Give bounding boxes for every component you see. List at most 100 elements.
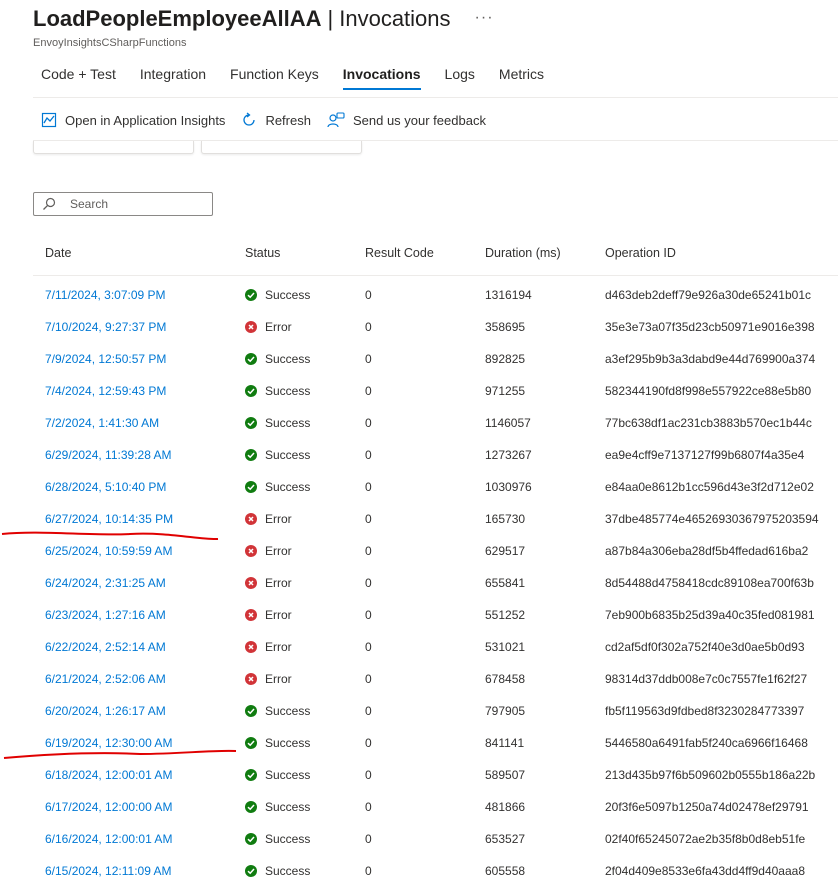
success-check-icon (245, 737, 257, 749)
invocation-date-link[interactable]: 6/21/2024, 2:52:06 AM (45, 672, 166, 686)
duration-cell: 605558 (485, 864, 526, 878)
operation-id-cell: a87b84a306eba28df5b4ffedad616ba2 (605, 544, 809, 558)
operation-id-cell: 213d435b97f6b509602b0555b186a22b (605, 768, 816, 782)
operation-id-cell: 20f3f6e5097b1250a74d02478ef29791 (605, 800, 809, 814)
invocation-date-link[interactable]: 6/24/2024, 2:31:25 AM (45, 576, 166, 590)
duration-cell: 653527 (485, 832, 526, 846)
operation-id-cell: d463deb2deff79e926a30de65241b01c (605, 288, 811, 302)
invocation-date-link[interactable]: 6/17/2024, 12:00:00 AM (45, 800, 172, 814)
operation-id-cell: 77bc638df1ac231cb3883b570ec1b44c (605, 416, 812, 430)
tab-integration[interactable]: Integration (140, 66, 206, 88)
column-header-status[interactable]: Status (245, 246, 280, 260)
table-row: 6/27/2024, 10:14:35 PM Error 0 165730 37dbe4… (33, 501, 838, 533)
tab-logs[interactable]: Logs (445, 66, 475, 88)
table-row: 7/9/2024, 12:50:57 PM Success 0 892825 a3ef2… (33, 341, 838, 373)
result-code-cell: 0 (365, 704, 372, 718)
error-x-icon (245, 577, 257, 589)
tab-code-test[interactable]: Code + Test (41, 66, 116, 88)
invocation-date-link[interactable]: 6/20/2024, 1:26:17 AM (45, 704, 166, 718)
error-x-icon (245, 673, 257, 685)
error-x-icon (245, 609, 257, 621)
column-header-date[interactable]: Date (45, 246, 71, 260)
column-header-duration[interactable]: Duration (ms) (485, 246, 561, 260)
more-options-button[interactable]: ··· (475, 9, 494, 27)
date-cell: 6/15/2024, 12:11:09 AM (45, 864, 172, 878)
invocation-date-link[interactable]: 6/29/2024, 11:39:28 AM (45, 448, 172, 462)
invocation-date-link[interactable]: 7/10/2024, 9:27:37 PM (45, 320, 166, 334)
invocation-date-link[interactable]: 7/11/2024, 3:07:09 PM (45, 288, 166, 302)
operation-id-cell: 02f40f65245072ae2b35f8b0d8eb51fe (605, 832, 806, 846)
table-row: 6/19/2024, 12:30:00 AM Success 0 841141 5446… (33, 725, 838, 757)
operation-id-cell: fb5f119563d9fdbed8f3230284773397 (605, 704, 805, 718)
summary-card-partial (33, 141, 194, 154)
send-feedback-button[interactable]: Send us your feedback (327, 112, 486, 128)
status-cell: Error (245, 320, 292, 334)
operation-id-cell: a3ef295b9b3a3dabd9e44d769900a374 (605, 352, 816, 366)
result-code-cell: 0 (365, 384, 372, 398)
error-x-icon (245, 545, 257, 557)
status-cell: Success (245, 384, 310, 398)
success-check-icon (245, 417, 257, 429)
invocation-date-link[interactable]: 6/25/2024, 10:59:59 AM (45, 544, 172, 558)
status-text: Success (265, 832, 311, 846)
refresh-button[interactable]: Refresh (241, 112, 311, 128)
search-input[interactable] (68, 196, 202, 212)
invocation-date-link[interactable]: 6/23/2024, 1:27:16 AM (45, 608, 166, 622)
status-text: Error (265, 512, 292, 526)
title-separator: | (327, 6, 334, 31)
table-row: 6/23/2024, 1:27:16 AM Error 0 551252 7eb900b… (33, 597, 838, 629)
invocation-date-link[interactable]: 6/15/2024, 12:11:09 AM (45, 864, 172, 878)
date-cell: 7/9/2024, 12:50:57 PM (45, 352, 166, 366)
command-bar: Open in Application Insights Refresh Sen… (41, 112, 502, 128)
grid-header: Date Status Result Code Duration (ms) Op… (33, 238, 838, 276)
column-header-operation-id[interactable]: Operation ID (605, 246, 676, 260)
table-row: 6/17/2024, 12:00:00 AM Success 0 481866 20f3… (33, 789, 838, 821)
date-cell: 6/18/2024, 12:00:01 AM (45, 768, 172, 782)
invocation-date-link[interactable]: 7/2/2024, 1:41:30 AM (45, 416, 159, 430)
status-cell: Success (245, 288, 310, 302)
result-code-cell: 0 (365, 576, 372, 590)
status-cell: Error (245, 640, 292, 654)
search-box[interactable] (33, 192, 213, 216)
column-header-result-code[interactable]: Result Code (365, 246, 434, 260)
open-in-app-insights-button[interactable]: Open in Application Insights (41, 112, 225, 128)
result-code-cell: 0 (365, 544, 372, 558)
invocation-date-link[interactable]: 6/28/2024, 5:10:40 PM (45, 480, 166, 494)
duration-cell: 629517 (485, 544, 526, 558)
status-text: Success (265, 384, 311, 398)
operation-id-cell: cd2af5df0f302a752f40e3d0ae5b0d93 (605, 640, 805, 654)
success-check-icon (245, 801, 257, 813)
success-check-icon (245, 865, 257, 877)
invocation-date-link[interactable]: 6/22/2024, 2:52:14 AM (45, 640, 166, 654)
invocation-date-link[interactable]: 6/18/2024, 12:00:01 AM (45, 768, 172, 782)
tab-metrics[interactable]: Metrics (499, 66, 544, 88)
invocation-date-link[interactable]: 6/19/2024, 12:30:00 AM (45, 736, 172, 750)
result-code-cell: 0 (365, 768, 372, 782)
invocation-date-link[interactable]: 7/9/2024, 12:50:57 PM (45, 352, 166, 366)
result-code-cell: 0 (365, 512, 372, 526)
status-cell: Error (245, 672, 292, 686)
duration-cell: 1030976 (485, 480, 532, 494)
table-row: 6/28/2024, 5:10:40 PM Success 0 1030976 e84a… (33, 469, 838, 501)
status-text: Success (265, 736, 311, 750)
feedback-person-icon (327, 112, 345, 128)
status-text: Success (265, 480, 311, 494)
invocation-date-link[interactable]: 6/27/2024, 10:14:35 PM (45, 512, 173, 526)
table-row: 6/21/2024, 2:52:06 AM Error 0 678458 98314d3… (33, 661, 838, 693)
tab-function-keys[interactable]: Function Keys (230, 66, 319, 88)
status-text: Success (265, 800, 311, 814)
result-code-cell: 0 (365, 416, 372, 430)
date-cell: 6/24/2024, 2:31:25 AM (45, 576, 166, 590)
invocation-date-link[interactable]: 7/4/2024, 12:59:43 PM (45, 384, 166, 398)
date-cell: 7/10/2024, 9:27:37 PM (45, 320, 166, 334)
table-row: 6/24/2024, 2:31:25 AM Error 0 655841 8d54488… (33, 565, 838, 597)
status-text: Error (265, 576, 292, 590)
refresh-icon (243, 112, 256, 126)
status-text: Error (265, 640, 292, 654)
status-text: Success (265, 864, 311, 878)
status-cell: Success (245, 736, 310, 750)
tab-invocations[interactable]: Invocations (342, 66, 421, 90)
invocation-date-link[interactable]: 6/16/2024, 12:00:01 AM (45, 832, 172, 846)
status-cell: Success (245, 480, 310, 494)
success-check-icon (245, 481, 257, 493)
